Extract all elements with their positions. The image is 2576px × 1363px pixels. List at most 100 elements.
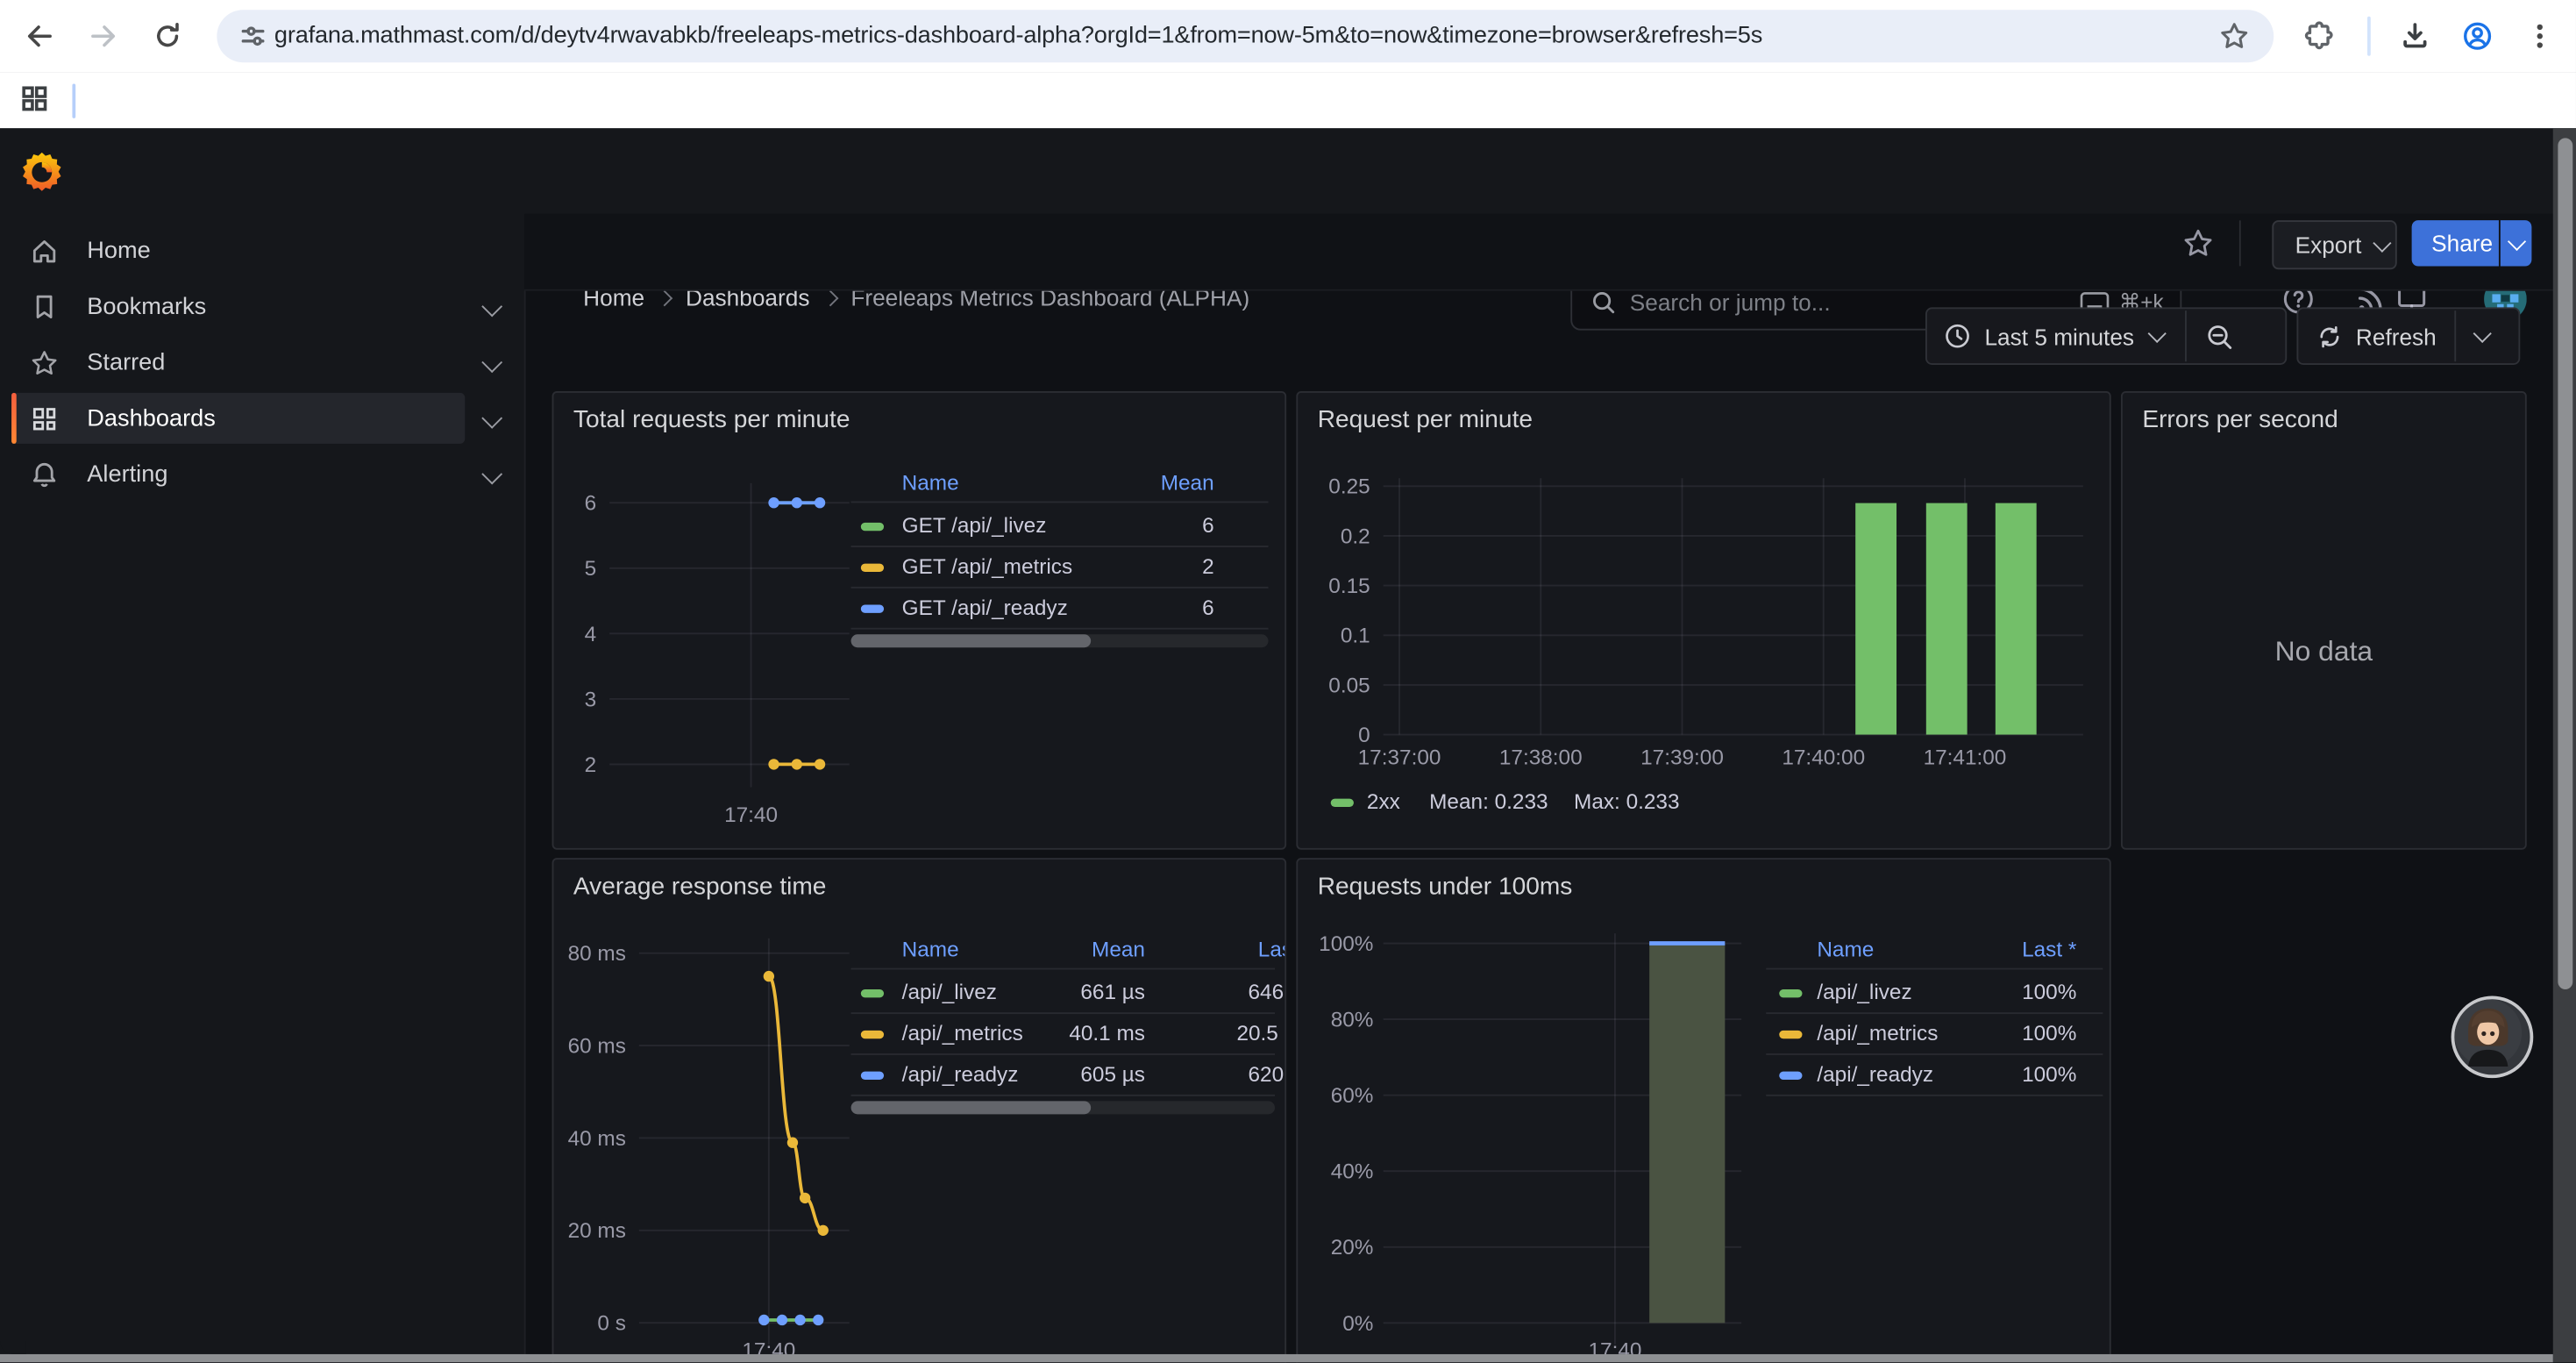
clock-icon — [1944, 322, 1972, 350]
legend-value: 100% — [1766, 1061, 2076, 1088]
svg-text:80%: 80% — [1331, 1009, 1374, 1032]
legend-value: 6 — [851, 595, 1214, 621]
extensions-icon[interactable] — [2303, 19, 2336, 52]
no-data-message: No data — [2123, 636, 2525, 668]
sidebar-nav: Home Bookmarks Starred Dashboards Alerti… — [0, 214, 526, 1363]
legend-divider — [851, 587, 1269, 589]
svg-text:0.15: 0.15 — [1328, 574, 1370, 598]
legend-value: 100% — [1766, 1021, 2076, 1047]
legend-value: 20.5 ms — [851, 1021, 1287, 1047]
url-bar[interactable]: grafana.mathmast.com/d/deytv4rwavabkb/fr… — [217, 10, 2274, 62]
bookmark-star-icon[interactable] — [2218, 19, 2251, 52]
refresh-button[interactable]: Refresh — [2296, 307, 2520, 365]
sidebar-item-starred[interactable]: Starred — [11, 337, 465, 388]
svg-text:17:40: 17:40 — [724, 803, 778, 827]
favorite-star-icon[interactable] — [2181, 227, 2214, 260]
legend-series-name[interactable]: 2xx — [1367, 789, 1400, 813]
url-text[interactable]: grafana.mathmast.com/d/deytv4rwavabkb/fr… — [274, 23, 1762, 49]
legend-table: NameLast */api/_livez100%/api/_metrics10… — [1766, 931, 2103, 1129]
legend-column-header[interactable]: Last * — [851, 937, 1287, 963]
grafana-logo[interactable] — [19, 150, 64, 195]
back-icon[interactable] — [23, 19, 55, 52]
chart-legend: 2xx Mean: 0.233 Max: 0.233 — [1298, 789, 2086, 818]
svg-text:17:38:00: 17:38:00 — [1499, 746, 1583, 769]
reload-icon[interactable] — [151, 19, 183, 52]
svg-text:0 s: 0 s — [597, 1312, 625, 1336]
legend-hscrollbar[interactable] — [851, 1101, 1275, 1114]
svg-text:80 ms: 80 ms — [568, 942, 626, 966]
legend-divider — [1766, 968, 2103, 970]
page-scrollbar-thumb[interactable] — [2557, 138, 2572, 989]
star-icon — [30, 347, 60, 377]
svg-text:17:39:00: 17:39:00 — [1640, 746, 1724, 769]
sidebar-item-label: Dashboards — [87, 405, 216, 432]
share-button[interactable]: Share — [2412, 220, 2499, 266]
breadcrumb-separator-icon — [657, 289, 673, 306]
legend-divider — [851, 968, 1275, 970]
svg-text:0.1: 0.1 — [1341, 624, 1370, 648]
chevron-down-icon[interactable] — [481, 296, 502, 318]
legend-column-header[interactable]: Last * — [1766, 937, 2076, 963]
svg-text:2: 2 — [585, 753, 597, 777]
sidebar-item-home[interactable]: Home — [11, 225, 465, 276]
svg-text:3: 3 — [585, 688, 597, 711]
zoom-out-icon[interactable] — [2205, 321, 2235, 351]
menu-kebab-icon[interactable] — [2523, 19, 2556, 52]
breadcrumb-separator-icon — [822, 289, 839, 306]
legend-divider — [851, 1053, 1275, 1055]
chevron-down-icon[interactable] — [481, 352, 502, 373]
legend-column-header[interactable]: Mean — [851, 470, 1214, 496]
profile-icon[interactable] — [2461, 19, 2494, 52]
chevron-down-icon[interactable] — [481, 464, 502, 485]
refresh-interval-dropdown[interactable] — [2473, 325, 2492, 343]
legend-value: 646 µs — [851, 980, 1287, 1006]
active-accent-bar — [11, 393, 17, 444]
sidebar-item-label: Alerting — [87, 461, 167, 488]
sidebar-item-label: Home — [87, 238, 150, 264]
legend-divider — [1766, 1012, 2103, 1014]
svg-text:0%: 0% — [1342, 1312, 1373, 1336]
svg-text:40 ms: 40 ms — [568, 1127, 626, 1151]
forward-icon[interactable] — [87, 19, 119, 52]
dashboard-toolbar: Export Share — [524, 214, 2576, 291]
legend-table: NameMeanLast */api/_livez661 µs646 µs/ap… — [851, 931, 1275, 1129]
svg-text:6: 6 — [585, 492, 597, 516]
sidebar-item-alerting[interactable]: Alerting — [11, 449, 465, 500]
svg-text:17:41:00: 17:41:00 — [1924, 746, 2007, 769]
site-settings-icon[interactable] — [237, 19, 269, 52]
browser-toolbar: grafana.mathmast.com/d/deytv4rwavabkb/fr… — [0, 0, 2576, 72]
export-button[interactable]: Export — [2272, 220, 2396, 269]
panel-title[interactable]: Errors per second — [2142, 406, 2338, 434]
download-icon[interactable] — [2399, 19, 2431, 52]
share-label: Share — [2431, 230, 2493, 256]
legend-value: 2 — [851, 553, 1214, 580]
svg-text:20 ms: 20 ms — [568, 1219, 626, 1243]
bell-icon — [30, 460, 60, 489]
search-icon — [1590, 289, 1617, 315]
legend-hscrollbar[interactable] — [851, 634, 1269, 647]
sidebar-item-bookmarks[interactable]: Bookmarks — [11, 281, 465, 332]
svg-text:20%: 20% — [1331, 1236, 1374, 1260]
share-dropdown-button[interactable] — [2501, 220, 2532, 266]
chevron-down-icon[interactable] — [481, 408, 502, 429]
legend-divider — [851, 1012, 1275, 1014]
page-hscrollbar[interactable] — [0, 1355, 2553, 1363]
grafana-header: Grafana Home Dashboards Freeleaps Metric… — [0, 128, 2576, 215]
refresh-icon — [2316, 323, 2343, 349]
sidebar-item-dashboards[interactable]: Dashboards — [11, 393, 465, 444]
time-range-label: Last 5 minutes — [1984, 323, 2134, 349]
svg-text:5: 5 — [585, 557, 597, 581]
time-range-picker[interactable]: Last 5 minutes — [1925, 307, 2287, 365]
assistant-avatar[interactable] — [2451, 995, 2534, 1078]
svg-text:60%: 60% — [1331, 1084, 1374, 1108]
svg-text:0.25: 0.25 — [1328, 475, 1370, 499]
assistant-avatar-image — [2454, 999, 2522, 1067]
apps-grid-icon[interactable] — [19, 84, 49, 114]
grid-icon — [30, 403, 60, 433]
panel-request-per-minute: Request per minute 0.250.20.150.10.05017… — [1296, 391, 2110, 850]
series-color-pill — [1331, 799, 1354, 807]
toolbar-separator — [2367, 17, 2371, 56]
panel-errors-per-second: Errors per second No data — [2121, 391, 2527, 850]
request-per-minute-chart: 0.250.20.150.10.05017:37:0017:38:0017:39… — [1298, 393, 2110, 848]
svg-text:0.2: 0.2 — [1341, 525, 1370, 548]
